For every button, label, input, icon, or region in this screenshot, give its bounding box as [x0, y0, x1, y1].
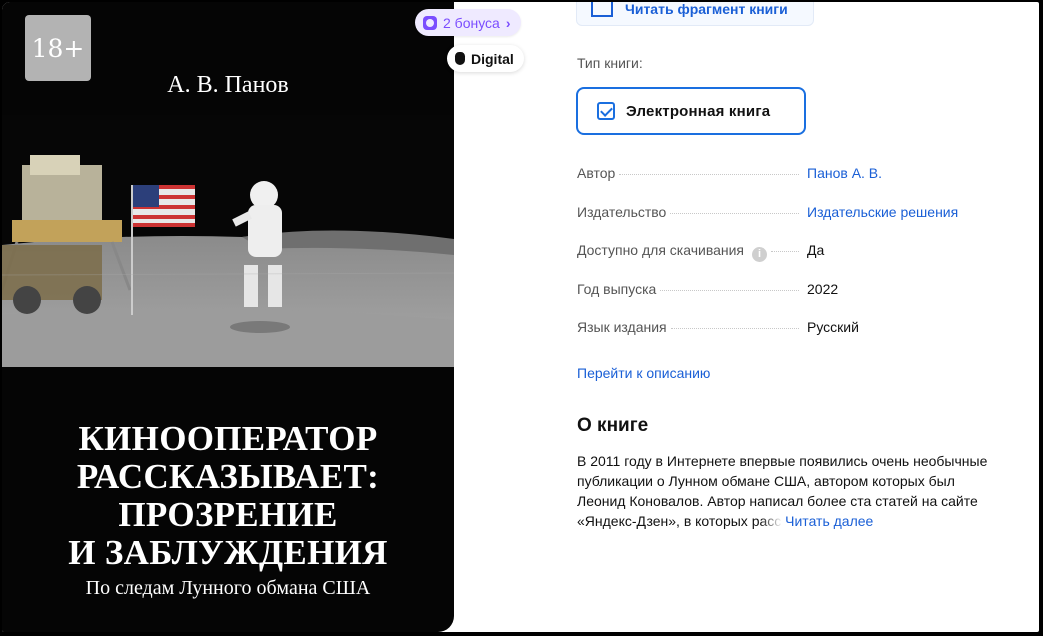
cover-title-line: КИНООПЕРАТОР: [78, 419, 378, 458]
dotted-leader: [670, 212, 799, 214]
dotted-leader: [670, 328, 799, 329]
book-cover[interactable]: 18+ А. В. Панов КИНООПЕРАТОР РАССКАЗЫВАЕ…: [2, 2, 454, 632]
book-icon: [591, 2, 613, 17]
book-page: 18+ А. В. Панов КИНООПЕРАТОР РАССКАЗЫВАЕ…: [2, 2, 1039, 632]
spec-key-label: Издательство: [577, 203, 667, 220]
spec-key: Издательство: [577, 204, 799, 220]
ebook-type-label: Электронная книга: [626, 102, 771, 120]
read-fragment-label: Читать фрагмент книги: [625, 2, 788, 17]
bonus-badge[interactable]: 2 бонуса ›: [415, 9, 521, 36]
info-icon[interactable]: i: [752, 246, 768, 262]
cover-title-line: ПРОЗРЕНИЕ: [118, 495, 338, 534]
spec-key: Доступно для скачивания i: [577, 242, 799, 262]
digital-badge: Digital: [447, 45, 524, 72]
about-faded-text: расс: [751, 513, 782, 529]
spec-row-language: Язык издания Русский: [577, 316, 1017, 355]
spec-key: Автор: [577, 165, 799, 181]
spec-value: 2022: [807, 280, 839, 297]
bonus-label: 2 бонуса: [443, 14, 500, 31]
spec-value: Русский: [807, 319, 859, 335]
spec-value: Да: [807, 242, 825, 258]
bonus-icon: [423, 15, 437, 30]
spec-row-publisher: Издательство Издательские решения: [577, 201, 1017, 240]
about-title: О книге: [577, 415, 649, 436]
cover-photo-moon-landing: [2, 115, 454, 367]
spec-row-download: Доступно для скачивания i Да: [577, 239, 1017, 278]
spec-key-label: Доступно для скачивания: [577, 242, 745, 258]
digital-label: Digital: [471, 50, 514, 67]
ebook-type-button[interactable]: Электронная книга: [576, 87, 806, 135]
spec-key-label: Год выпуска: [577, 280, 657, 297]
drop-icon: [455, 52, 465, 65]
goto-description-link[interactable]: Перейти к описанию: [577, 365, 710, 381]
about-line-text: «Яндекс-Дзен», в которых: [577, 513, 752, 529]
dotted-leader: [660, 289, 799, 291]
read-fragment-button[interactable]: Читать фрагмент книги: [576, 2, 814, 26]
cover-title: КИНООПЕРАТОР РАССКАЗЫВАЕТ: ПРОЗРЕНИЕ И З…: [2, 420, 454, 572]
cover-title-line: РАССКАЗЫВАЕТ:: [76, 457, 380, 496]
publisher-link[interactable]: Издательские решения: [807, 204, 958, 220]
author-link[interactable]: Панов А. В.: [807, 165, 882, 181]
chevron-right-icon: ›: [505, 14, 511, 31]
spec-key: Язык издания: [577, 319, 799, 335]
checkbox-checked-icon: [597, 102, 615, 120]
cover-subtitle: По следам Лунного обмана США: [85, 577, 371, 599]
about-text: В 2011 году в Интернете впервые появилис…: [577, 451, 1029, 531]
spec-row-year: Год выпуска 2022: [577, 278, 1017, 317]
about-line: публикации о Лунном обмане США, автором …: [577, 473, 955, 489]
read-more-link[interactable]: Читать далее: [785, 513, 873, 529]
about-line-last: «Яндекс-Дзен», в которых расс Читать дал…: [577, 511, 1029, 531]
spec-key: Год выпуска: [577, 281, 799, 297]
spec-key-label: Язык издания: [577, 319, 667, 335]
cover-author: А. В. Панов: [167, 72, 289, 98]
dotted-leader: [771, 251, 799, 252]
book-type-label: Тип книги:: [577, 55, 643, 71]
spec-row-author: Автор Панов А. В.: [577, 162, 1017, 201]
cover-title-line: И ЗАБЛУЖДЕНИЯ: [68, 533, 388, 572]
spec-key-label: Автор: [577, 165, 616, 181]
book-specs: Автор Панов А. В. Издательство Издательс…: [577, 162, 1017, 355]
about-line: Леонид Коновалов. Автор написал более ст…: [577, 493, 978, 509]
about-line: В 2011 году в Интернете впервые появилис…: [577, 453, 988, 469]
dotted-leader: [619, 174, 799, 175]
